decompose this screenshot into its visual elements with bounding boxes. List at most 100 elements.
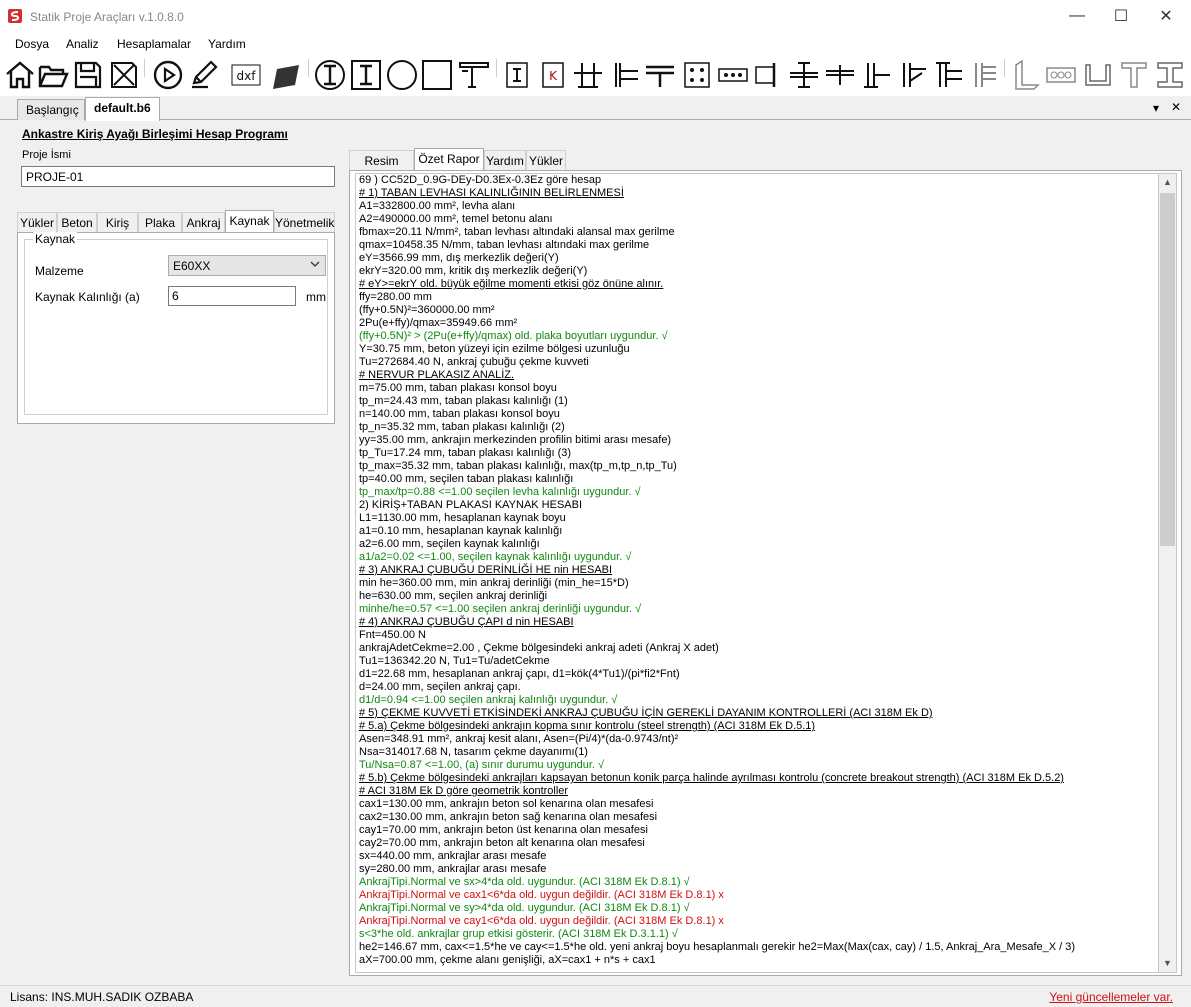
report-line: yy=35.00 mm, ankrajın merkezinden profil… [359,434,672,446]
k-plate-icon[interactable]: K [537,59,569,91]
tab-resim-wpf[interactable]: Resim WPF [349,150,414,182]
report-line: tp_m=24.43 mm, taban plakası kalınlığı (… [359,395,568,407]
report-line: 2) KİRİŞ+TABAN PLAKASI KAYNAK HESABI [359,499,583,511]
layer-icon[interactable] [271,59,303,91]
tab-yardim[interactable]: Yardım [484,150,526,170]
open-folder-icon[interactable] [37,59,69,91]
tab-yukler[interactable]: Yükler [17,212,57,232]
close-button[interactable]: ✕ [1143,0,1189,32]
angle-section-icon[interactable] [1010,59,1042,91]
report-line: # ACI 318M Ek D göre geometrik kontrolle… [359,785,569,797]
column-end-icon[interactable] [932,59,964,91]
report-line: AnkrajTipi.Normal ve sx>4*da old. uygund… [359,876,690,888]
circle-icon[interactable] [386,59,418,91]
scroll-up-icon[interactable]: ▲ [1159,174,1176,191]
toolbar: dxf K [0,56,1191,96]
report-line: 2Pu(e+ffy)/qmax=35949.66 mm² [359,317,518,329]
report-line: cay1=70.00 mm, ankrajın beton üst kenarı… [359,824,648,836]
report-line: s<3*he old. ankrajlar grup etkisi göster… [359,928,678,940]
square-icon[interactable] [421,59,453,91]
tab-plaka[interactable]: Plaka [138,212,182,232]
tee-connection-icon[interactable] [824,59,856,91]
update-link[interactable]: Yeni güncellemeler var. [1049,990,1173,1004]
weld-thickness-input[interactable] [168,286,296,306]
cross-connection-icon[interactable] [788,59,820,91]
tab-yukler-output[interactable]: Yükler [526,150,566,170]
status-bar: Lisans: INS.MUH.SADIK OZBABA Yeni güncel… [0,985,1191,1007]
t-section-icon[interactable] [1118,59,1150,91]
tab-baslangic[interactable]: Başlangıç [17,99,85,120]
connection-icon[interactable] [644,59,676,91]
menu-dosya[interactable]: Dosya [15,37,49,51]
dxf-icon[interactable]: dxf [230,59,262,91]
scroll-down-icon[interactable]: ▼ [1159,955,1176,972]
license-text: Lisans: INS.MUH.SADIK OZBABA [10,990,194,1004]
scroll-thumb[interactable] [1160,193,1175,546]
report-line: cax2=130.00 mm, ankrajın beton sağ kenar… [359,811,658,823]
i-section-square-icon[interactable] [350,59,382,91]
run-icon[interactable] [152,59,184,91]
tools-icon[interactable] [108,59,140,91]
base-plate-icon[interactable] [501,59,533,91]
report-scrollbar[interactable]: ▲ ▼ [1158,173,1177,973]
material-select[interactable]: E60XX [168,255,326,276]
beam-support-icon[interactable] [572,59,604,91]
menu-hesaplamalar[interactable]: Hesaplamalar [117,37,191,51]
tab-kaynak[interactable]: Kaynak [225,210,274,233]
column-bracket-icon[interactable] [968,59,1000,91]
end-plate-icon[interactable] [608,59,640,91]
report-panel: 69 ) CC52D_0.9G-DEy-D0.3Ex-0.3Ez göre he… [349,170,1182,976]
report-line: L1=1130.00 mm, hesaplanan kaynak boyu [359,512,566,524]
menu-analiz[interactable]: Analiz [66,37,99,51]
report-line: sy=280.00 mm, ankrajlar arası mesafe [359,863,547,875]
save-icon[interactable] [72,59,104,91]
output-tabs: Resim WPF Özet Rapor Yardım Yükler [349,148,949,182]
report-line: Nsa=314017.68 N, tasarım çekme dayanımı(… [359,746,588,758]
report-line: a1/a2=0.02 <=1.00, seçilen kaynak kalınl… [359,551,632,563]
home-icon[interactable] [4,59,36,91]
report-line: cax1=130.00 mm, ankrajın beton sol kenar… [359,798,654,810]
report-line: ffy=280.00 mm [359,291,432,303]
report-line: Tu1=136342.20 N, Tu1=Tu/adetCekme [359,655,550,667]
bolted-splice-icon[interactable] [681,59,713,91]
report-line: sx=440.00 mm, ankrajlar arası mesafe [359,850,547,862]
side-plate-icon[interactable] [752,59,784,91]
channel-icon[interactable] [1082,59,1114,91]
tab-kiris[interactable]: Kiriş [97,212,138,232]
report-line: tp_n=35.32 mm, taban plakası kalınlığı (… [359,421,565,433]
tab-ankraj[interactable]: Ankraj [182,212,225,232]
tab-list-dropdown-icon[interactable]: ▾ [1153,101,1159,115]
report-line: he2=146.67 mm, cax<=1.5*he ve cay<=1.5*h… [359,941,1076,953]
report-line: fbmax=20.11 N/mm², taban levhası altında… [359,226,675,238]
column-splice-icon[interactable] [896,59,928,91]
report-line: qmax=10458.35 N/mm, taban levhası altınd… [359,239,650,251]
holes-icon[interactable] [1045,59,1077,91]
material-value: E60XX [173,259,211,273]
main-content: Ankastre Kiriş Ayağı Birleşimi Hesap Pro… [0,121,1191,984]
report-line: tp_max/tp=0.88 <=1.00 seçilen levha kalı… [359,486,641,498]
report-line: ankrajAdetCekme=2.00 , Çekme bölgesindek… [359,642,719,654]
edit-icon[interactable] [188,59,220,91]
anchor-plate-icon[interactable] [717,59,749,91]
report-line: Y=30.75 mm, beton yüzeyi için ezilme böl… [359,343,630,355]
column-base-icon[interactable] [860,59,892,91]
project-name-input[interactable] [21,166,335,187]
report-line: tp=40.00 mm, seçilen taban plakası kalın… [359,473,574,485]
beam-column-icon[interactable] [458,59,490,91]
tab-yonetmelik[interactable]: Yönetmelik [274,212,335,232]
tab-beton[interactable]: Beton [57,212,97,232]
tab-default-b6[interactable]: default.b6 [85,97,160,121]
tab-close-icon[interactable]: ✕ [1171,100,1181,114]
report-line: 69 ) CC52D_0.9G-DEy-D0.3Ex-0.3Ez göre he… [359,174,602,186]
weld-panel: Kaynak Malzeme E60XX Kaynak Kalınlığı (a… [17,232,335,424]
i-section-circle-icon[interactable] [314,59,346,91]
menu-bar: Dosya Analiz Hesaplamalar Yardım [0,32,1191,56]
summary-report-text[interactable]: 69 ) CC52D_0.9G-DEy-D0.3Ex-0.3Ez göre he… [355,173,1158,973]
maximize-button[interactable]: ☐ [1098,0,1144,32]
menu-yardim[interactable]: Yardım [208,37,246,51]
minimize-button[interactable]: — [1054,0,1100,32]
app-window: Statik Proje Araçları v.1.0.8.0 — ☐ ✕ Do… [0,0,1191,1007]
report-line: # 4) ANKRAJ ÇUBUĞU ÇAPI d nin HESABI [359,616,574,628]
tab-ozet-rapor[interactable]: Özet Rapor [414,148,484,171]
i-shape-icon[interactable] [1154,59,1186,91]
